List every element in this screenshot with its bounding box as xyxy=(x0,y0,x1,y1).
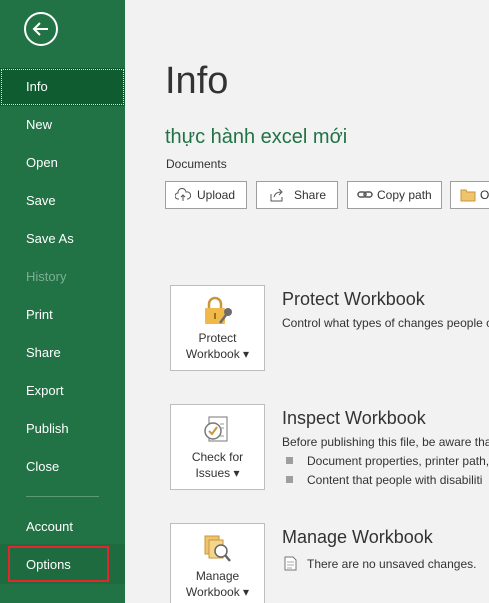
protect-label-1: Protect xyxy=(198,331,237,345)
cloud-upload-icon xyxy=(175,188,191,201)
nav-share[interactable]: Share xyxy=(0,334,125,372)
options-highlight-box xyxy=(8,546,109,582)
copy-path-label: Copy path xyxy=(377,188,432,202)
open-location-label: O xyxy=(480,188,489,202)
bullet-marker xyxy=(286,457,293,464)
back-arrow-icon[interactable] xyxy=(24,12,58,46)
protect-label-2: Workbook ▾ xyxy=(185,347,250,361)
folder-icon xyxy=(460,189,476,202)
info-pane: Info thực hành excel mới Documents Uploa… xyxy=(125,0,489,603)
nav-export[interactable]: Export xyxy=(0,372,125,410)
inspect-bullet-2: Content that people with disabiliti xyxy=(307,473,483,487)
manage-workbook-button[interactable]: Manage Workbook ▾ xyxy=(170,523,265,603)
manage-label-1: Manage xyxy=(195,569,240,583)
share-label: Share xyxy=(294,188,327,202)
upload-button[interactable]: Upload xyxy=(165,181,247,209)
bullet-marker xyxy=(286,476,293,483)
nav-print[interactable]: Print xyxy=(0,296,125,334)
manage-title: Manage Workbook xyxy=(282,527,433,547)
manage-workbook-icon xyxy=(204,535,231,562)
file-location: Documents xyxy=(166,157,227,171)
share-icon xyxy=(270,188,283,202)
inspect-desc: Before publishing this file, be aware th… xyxy=(282,435,489,449)
lock-key-icon xyxy=(205,296,232,324)
page-title: Info xyxy=(165,60,229,102)
nav-divider xyxy=(26,496,99,497)
inspect-document-icon xyxy=(204,416,228,442)
manage-label-2: Workbook ▾ xyxy=(185,585,250,599)
file-name: thực hành excel mới xyxy=(165,126,348,148)
nav-account[interactable]: Account xyxy=(0,508,125,546)
upload-label: Upload xyxy=(197,188,236,202)
nav-info[interactable]: Info xyxy=(0,68,125,106)
share-button[interactable]: Share xyxy=(256,181,338,209)
protect-title: Protect Workbook xyxy=(282,289,425,309)
inspect-bullet-1: Document properties, printer path, xyxy=(307,454,489,468)
open-location-button[interactable]: O xyxy=(450,181,489,209)
nav-publish[interactable]: Publish xyxy=(0,410,125,448)
protect-workbook-button[interactable]: Protect Workbook ▾ xyxy=(170,285,265,371)
backstage-sidebar: Info New Open Save Save As History Print… xyxy=(0,0,125,603)
nav-save[interactable]: Save xyxy=(0,182,125,220)
check-for-issues-button[interactable]: Check for Issues ▾ xyxy=(170,404,265,490)
nav-history: History xyxy=(26,269,67,284)
nav-save-as[interactable]: Save As xyxy=(0,220,125,258)
document-icon xyxy=(284,556,297,571)
manage-desc: There are no unsaved changes. xyxy=(307,557,477,571)
check-issues-label-1: Check for xyxy=(191,450,244,464)
protect-desc: Control what types of changes people c xyxy=(282,316,489,330)
inspect-title: Inspect Workbook xyxy=(282,408,426,428)
copy-path-button[interactable]: Copy path xyxy=(347,181,442,209)
nav-close[interactable]: Close xyxy=(0,448,125,486)
check-issues-label-2: Issues ▾ xyxy=(195,466,240,480)
nav-open[interactable]: Open xyxy=(0,144,125,182)
link-icon xyxy=(357,191,373,198)
nav-new[interactable]: New xyxy=(0,106,125,144)
